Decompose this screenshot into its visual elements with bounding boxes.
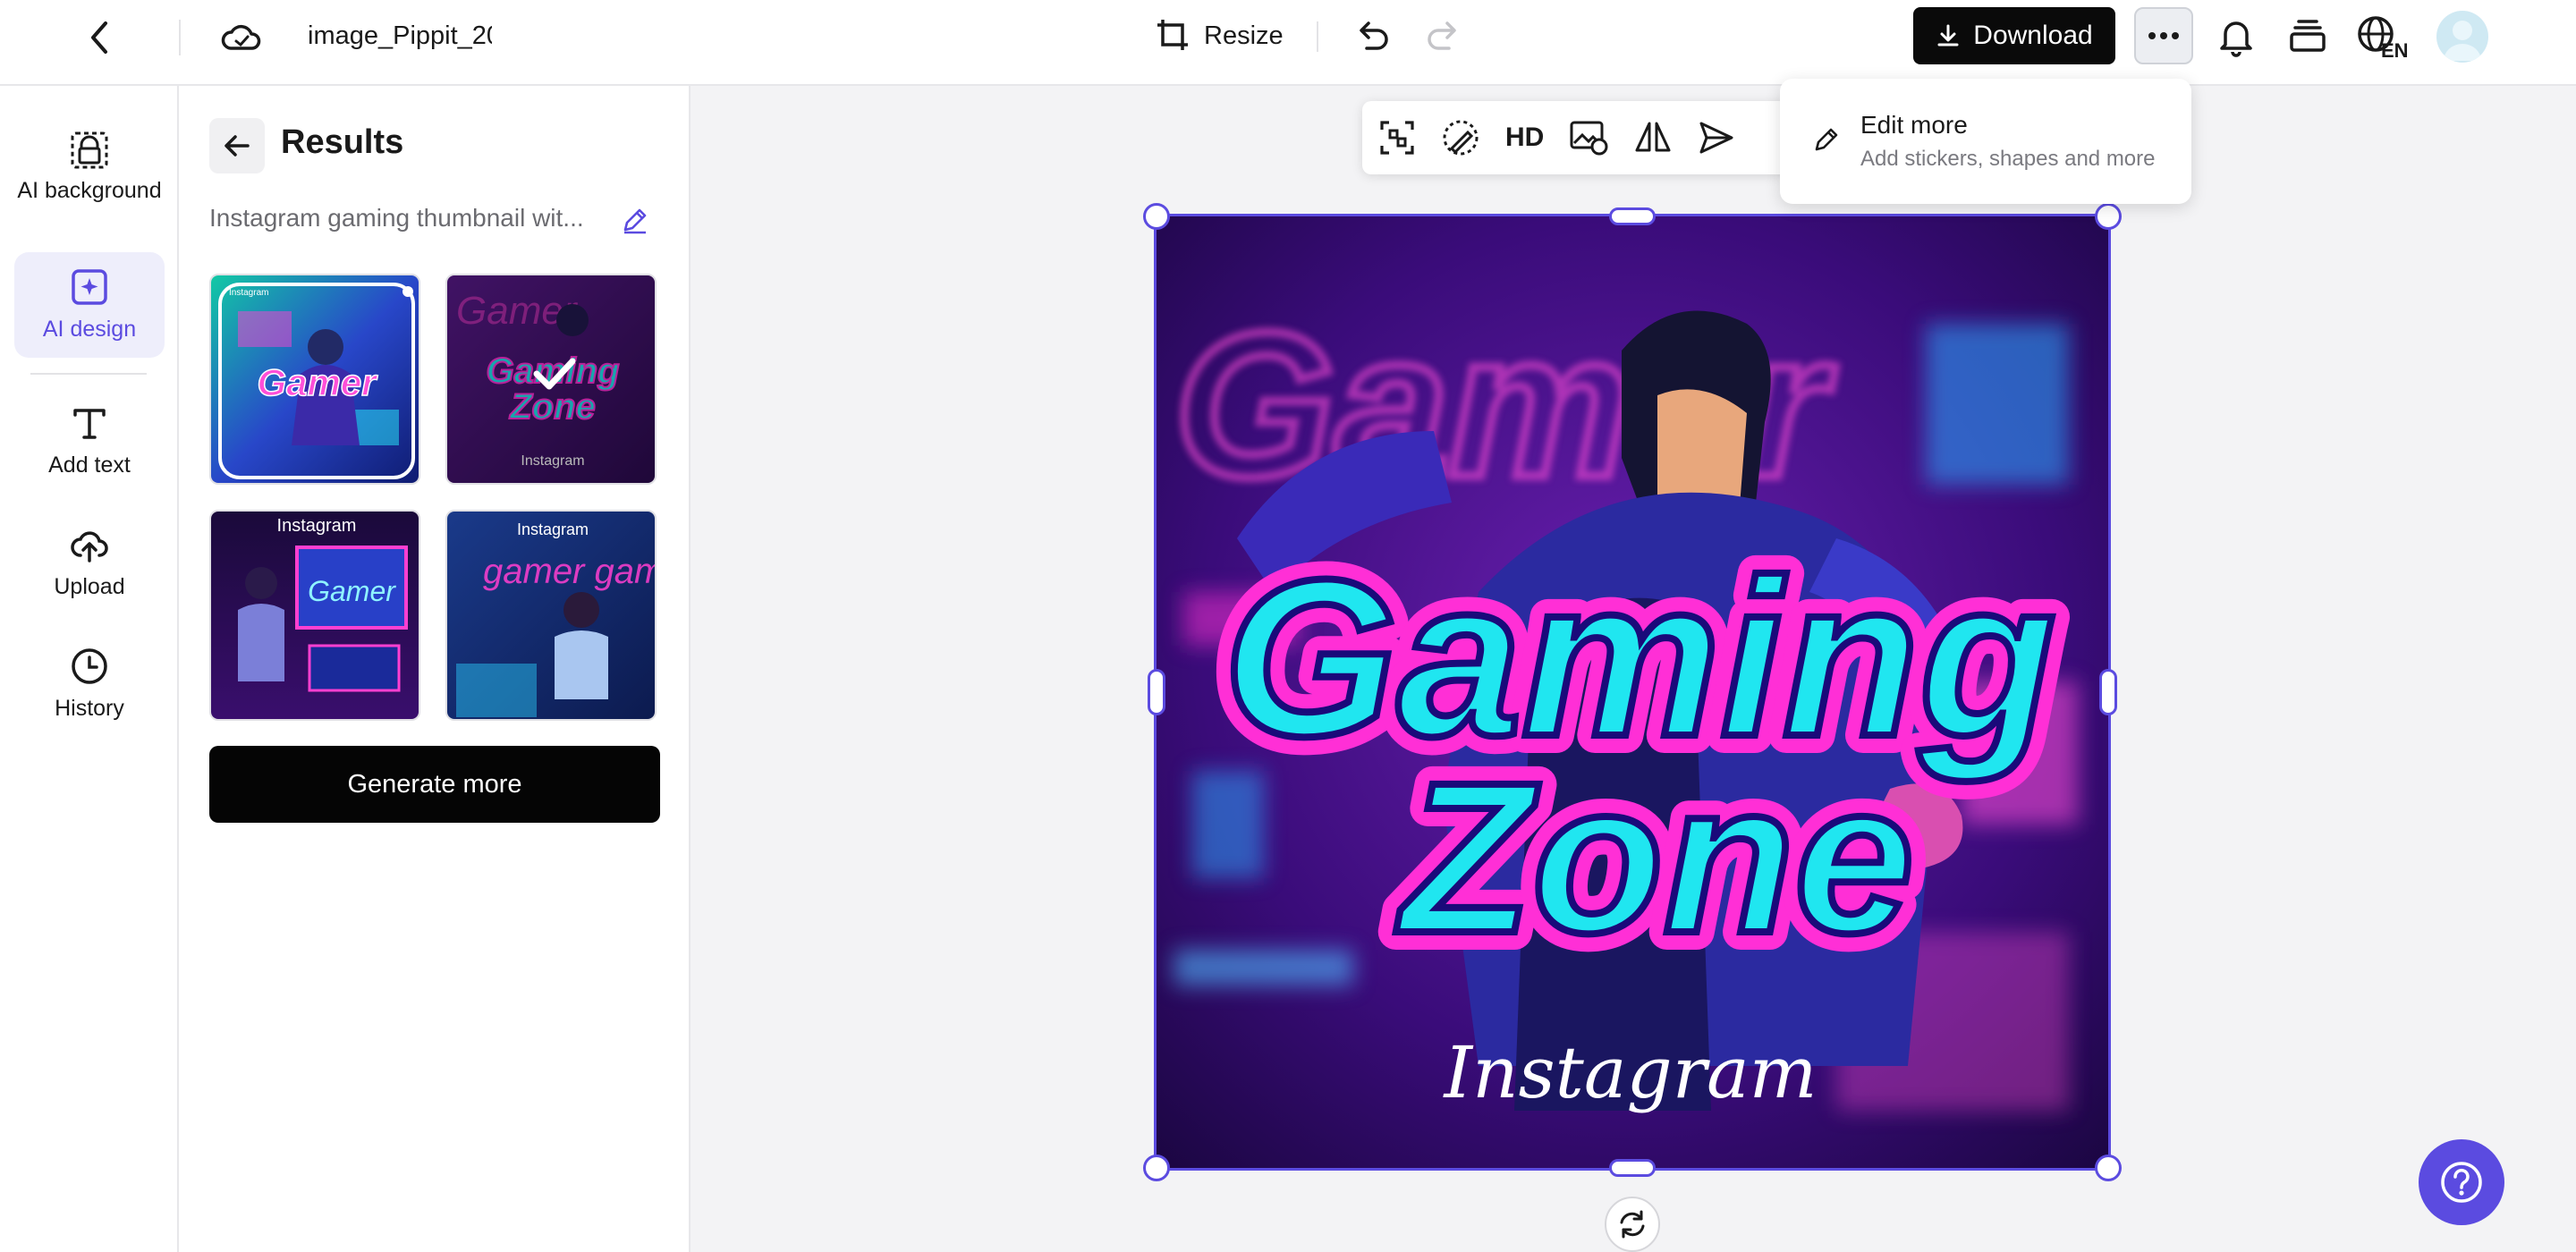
rail-item-add-text[interactable]: Add text xyxy=(14,390,165,492)
thumb-title: Gamer xyxy=(308,575,396,607)
image-toolbar: HD xyxy=(1362,101,1792,174)
more-options-menu: Edit more Add stickers, shapes and more xyxy=(1780,79,2191,204)
menu-item-edit-more[interactable]: Edit more xyxy=(1860,111,1968,140)
magic-brush-icon[interactable] xyxy=(1441,118,1480,157)
resize-handle-left[interactable] xyxy=(1148,669,1165,715)
resize-handle-bottom-right[interactable] xyxy=(2095,1155,2122,1181)
cloud-sync-icon[interactable] xyxy=(220,18,263,57)
ai-design-icon xyxy=(70,267,109,307)
rail-label-upload: Upload xyxy=(54,574,125,599)
bell-icon[interactable] xyxy=(2216,16,2256,57)
resize-handle-right[interactable] xyxy=(2099,669,2117,715)
rotate-icon xyxy=(1616,1208,1648,1240)
top-bar: image_Pippit_20 Resize Download EN xyxy=(0,0,2576,86)
generate-more-button[interactable]: Generate more xyxy=(209,746,660,823)
redo-icon[interactable] xyxy=(1426,18,1462,54)
edit-pencil-icon[interactable] xyxy=(621,206,649,234)
arrow-left-icon xyxy=(223,131,251,160)
rail-label-history: History xyxy=(55,696,124,721)
divider xyxy=(179,20,181,55)
download-icon xyxy=(1936,23,1961,48)
more-dots-icon xyxy=(2148,31,2180,40)
resize-handle-top-left[interactable] xyxy=(1143,203,1170,230)
rail-divider xyxy=(30,373,147,375)
layers-stack-icon[interactable] xyxy=(2288,18,2327,55)
ai-background-icon xyxy=(70,131,109,170)
resize-button[interactable]: Resize xyxy=(1156,18,1284,54)
send-arrange-icon[interactable] xyxy=(1698,120,1735,156)
resize-icon xyxy=(1156,18,1191,54)
rail-item-ai-background[interactable]: AI background xyxy=(14,109,165,225)
resize-handle-bottom-left[interactable] xyxy=(1143,1155,1170,1181)
replace-image-icon[interactable] xyxy=(1569,120,1608,156)
back-chevron-icon[interactable] xyxy=(84,18,116,57)
thumb-tag: Instagram xyxy=(229,288,268,298)
canvas-artwork[interactable]: Gamer Gaming Gaming Zone Zone Instagram xyxy=(1154,214,2111,1171)
rail-label-add-text: Add text xyxy=(48,453,131,478)
thumb-title: Gamer xyxy=(257,361,378,403)
file-name[interactable]: image_Pippit_20 xyxy=(308,21,492,51)
undo-icon[interactable] xyxy=(1354,18,1390,54)
resize-label: Resize xyxy=(1204,21,1284,50)
results-panel: Results Instagram gaming thumbnail wit..… xyxy=(179,86,691,1252)
left-tool-rail: AI background AI design Add text Upload … xyxy=(0,86,179,1252)
question-icon xyxy=(2439,1160,2484,1205)
download-button[interactable]: Download xyxy=(1913,7,2115,64)
help-button[interactable] xyxy=(2419,1139,2504,1225)
cutout-scan-icon[interactable] xyxy=(1378,119,1416,156)
resize-handle-bottom[interactable] xyxy=(1609,1159,1656,1177)
rail-label-ai-background: AI background xyxy=(17,178,162,203)
download-label: Download xyxy=(1973,21,2093,50)
resize-handle-top-right[interactable] xyxy=(2095,203,2122,230)
language-globe-icon[interactable]: EN xyxy=(2356,14,2411,61)
rail-item-history[interactable]: History xyxy=(14,633,165,735)
hd-upscale-button[interactable]: HD xyxy=(1505,123,1544,153)
thumb-title: gamer gam xyxy=(483,552,657,591)
more-options-button[interactable] xyxy=(2134,7,2193,64)
resize-handle-top[interactable] xyxy=(1609,207,1656,225)
thumb-tag: Instagram xyxy=(277,516,357,536)
text-icon xyxy=(70,403,109,443)
rail-label-ai-design: AI design xyxy=(42,317,137,342)
rotate-handle[interactable] xyxy=(1605,1197,1660,1252)
clock-icon xyxy=(70,647,109,686)
result-thumbnail-selected[interactable]: Gamer Gaming Zone Instagram xyxy=(445,274,657,485)
rail-item-upload[interactable]: Upload xyxy=(14,512,165,613)
result-thumbnail[interactable]: Instagram Gamer xyxy=(209,510,420,721)
flip-icon[interactable] xyxy=(1633,120,1673,156)
rail-item-ai-design[interactable]: AI design xyxy=(14,252,165,358)
result-thumbnail[interactable]: Instagram gamer gam xyxy=(445,510,657,721)
thumb-tag: Instagram xyxy=(517,520,589,538)
avatar[interactable] xyxy=(2436,11,2488,63)
divider xyxy=(1317,21,1318,52)
prompt-text[interactable]: Instagram gaming thumbnail wit... xyxy=(209,204,603,233)
caption-text: Instagram xyxy=(1442,1031,1817,1114)
upload-cloud-icon xyxy=(68,525,111,564)
menu-item-subtitle: Add stickers, shapes and more xyxy=(1860,147,2156,171)
results-back-button[interactable] xyxy=(209,118,265,173)
language-code: EN xyxy=(2381,39,2409,61)
title-line-2: Zone xyxy=(1395,738,1913,977)
edit-pencil-icon xyxy=(1812,125,1841,154)
result-thumbnail[interactable]: Gamer Instagram xyxy=(209,274,420,485)
panel-title: Results xyxy=(281,123,404,161)
